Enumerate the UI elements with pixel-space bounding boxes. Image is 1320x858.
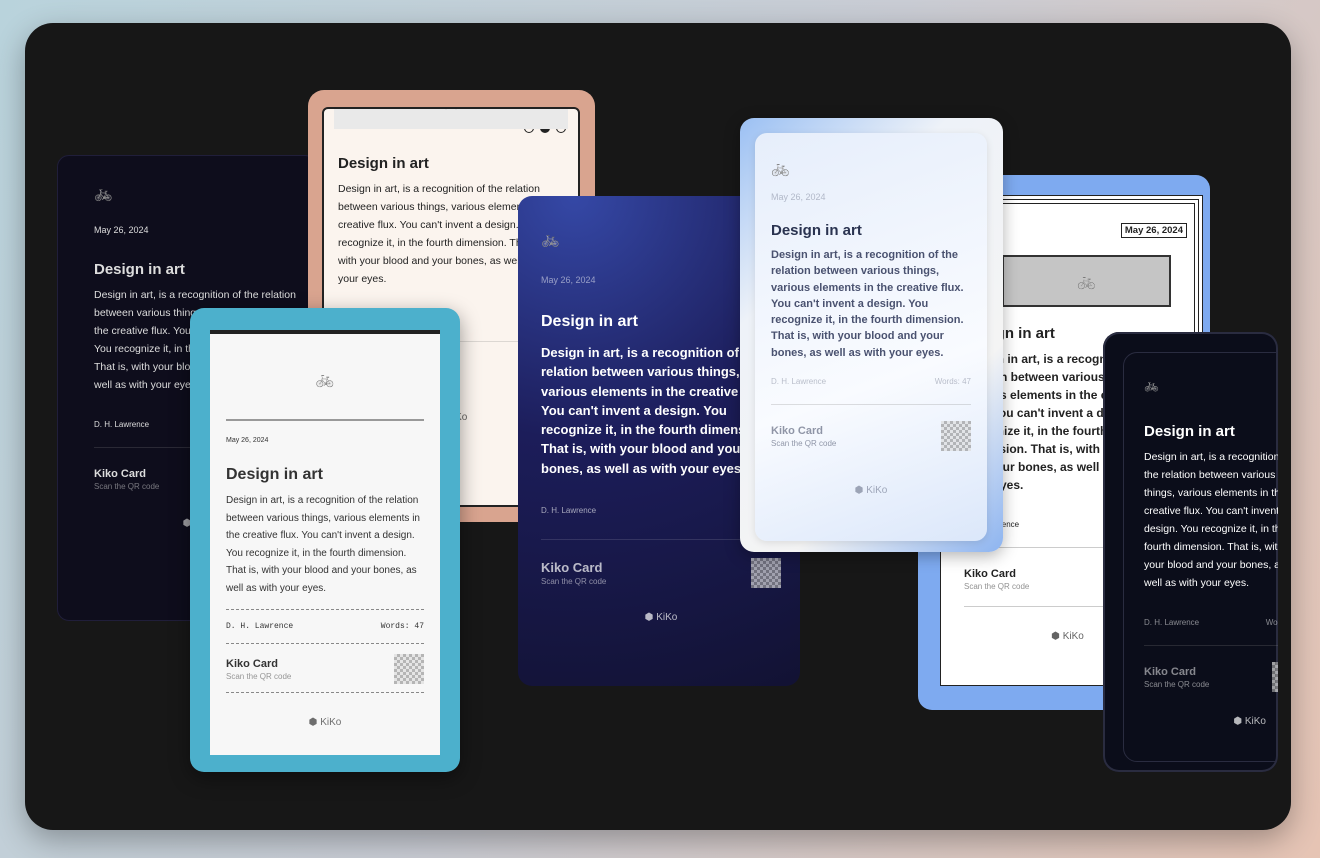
card-title: Design in art (226, 466, 323, 483)
footer-title: Kiko Card (964, 567, 1016, 580)
brand-name: KiKo (1062, 631, 1084, 642)
footer-text: Kiko CardScan the QR code (964, 568, 1029, 591)
bicycle-icon: 🚲 (771, 160, 790, 177)
footer-title: Kiko Card (94, 467, 146, 480)
bicycle-icon: 🚲 (334, 109, 568, 129)
author: D. H. Lawrence (94, 420, 150, 429)
card-body: Design in art, is a recognition of the r… (1144, 451, 1278, 589)
brand-logo: ⬢ KiKo (541, 612, 781, 623)
brand-logo: ⬢ KiKo (771, 485, 971, 496)
footer-text: Kiko CardScan the QR code (541, 560, 606, 586)
word-count: Words: 47 (934, 377, 971, 387)
card-body: Design in art, is a recognition of the r… (771, 249, 964, 359)
bicycle-icon: 🚲 (226, 372, 424, 421)
card-title: Design in art (94, 261, 185, 278)
author: D. H. Lawrence (541, 506, 597, 516)
footer-subtitle: Scan the QR code (541, 577, 607, 587)
author: D. H. Lawrence (771, 377, 827, 387)
brand-name: KiKo (1244, 716, 1266, 727)
glass-card[interactable]: 🚲 May 26, 2024 Design in art Design in art,… (740, 118, 1003, 552)
footer-text: Kiko CardScan the QR code (94, 468, 159, 491)
black-card[interactable]: 🚲May 26, 2024Design in artDesign in art,… (1103, 332, 1278, 772)
footer-subtitle: Scan the QR code (771, 438, 837, 448)
footer-text: Kiko CardScan the QR code (771, 425, 836, 448)
bicycle-icon: 🚲 (1002, 255, 1171, 307)
footer-subtitle: Scan the QR code (964, 581, 1030, 591)
card-footer: Kiko CardScan the QR code (771, 404, 971, 452)
bicycle-icon: 🚲 (1144, 378, 1159, 392)
card-content: 🚲May 26, 2024Design in artDesign in art,… (1123, 352, 1278, 762)
brand-name: KiKo (320, 717, 342, 728)
word-count: Words: 47 (1265, 618, 1278, 627)
qr-code[interactable] (394, 654, 424, 684)
card-date: May 26, 2024 (771, 192, 826, 202)
author: D. H. Lawrence (226, 622, 294, 631)
card-content: 🚲 May 26, 2024 Design in art Design in art,… (210, 330, 440, 755)
card-date: May 26, 2024 (226, 437, 269, 444)
receipt-card[interactable]: 🚲 May 26, 2024 Design in art Design in art,… (190, 308, 460, 772)
cube-icon: ⬢ (1051, 631, 1063, 642)
cube-icon: ⬢ (1233, 716, 1245, 727)
footer-subtitle: Scan the QR code (226, 671, 292, 681)
card-footer: Kiko CardScan the QR code (1144, 645, 1278, 692)
qr-code[interactable] (1272, 662, 1278, 692)
word-count: Words: 47 (380, 622, 424, 631)
cube-icon: ⬢ (644, 612, 657, 624)
qr-code[interactable] (941, 421, 971, 452)
card-body: Design in art, is a recognition of the r… (226, 495, 420, 594)
cube-icon: ⬢ (308, 717, 321, 728)
footer-title: Kiko Card (771, 424, 823, 437)
author: D. H. Lawrence (1144, 618, 1200, 627)
card-meta: D. H. Lawrence Words: 47 (226, 609, 424, 644)
brand-logo: ⬢ KiKo (226, 717, 424, 728)
footer-subtitle: Scan the QR code (1144, 679, 1210, 689)
footer-title: Kiko Card (1144, 665, 1196, 678)
footer-title: Kiko Card (541, 560, 603, 576)
card-title: Design in art (1144, 423, 1235, 440)
showcase-frame: 🚲 May 26, 2024 Design in art Design in art,… (25, 23, 1291, 830)
card-meta: D. H. Lawrence Words: 47 (771, 377, 971, 386)
qr-code[interactable] (751, 558, 781, 589)
bicycle-icon: 🚲 (94, 186, 113, 202)
card-date: May 26, 2024 (1120, 223, 1187, 238)
card-title: Design in art (771, 222, 862, 239)
footer-text: Kiko CardScan the QR code (1144, 666, 1209, 689)
card-meta: D. H. Lawrence Words: 47 (1144, 618, 1278, 627)
footer-title: Kiko Card (226, 657, 278, 670)
brand-name: KiKo (656, 612, 678, 624)
card-content: 🚲 May 26, 2024 Design in art Design in art,… (755, 133, 987, 541)
brand-name: KiKo (866, 485, 888, 497)
card-footer: Kiko CardScan the QR code (226, 648, 424, 693)
brand-logo: ⬢ KiKo (1144, 716, 1278, 727)
footer-text: Kiko CardScan the QR code (226, 658, 291, 681)
card-title: Design in art (338, 155, 429, 172)
cube-icon: ⬢ (854, 485, 867, 497)
footer-subtitle: Scan the QR code (94, 481, 160, 491)
card-date: May 26, 2024 (94, 225, 149, 235)
